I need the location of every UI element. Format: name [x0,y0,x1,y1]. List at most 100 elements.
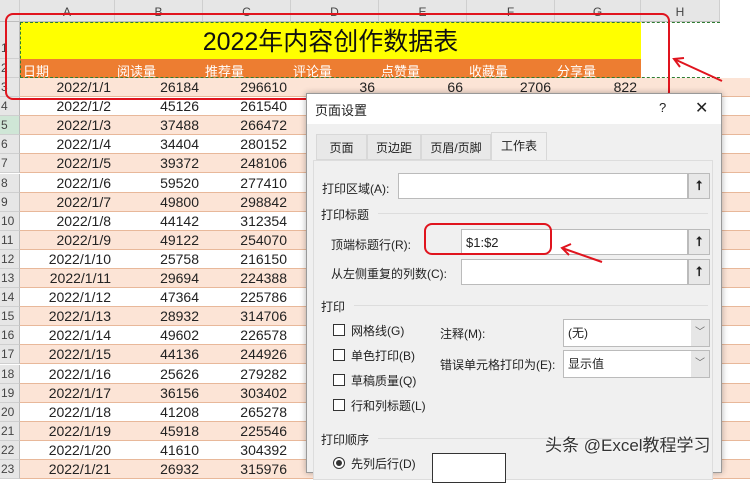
cell[interactable]: 248106 [203,154,291,172]
print-area-input[interactable] [398,173,688,199]
collapse-dialog-icon[interactable]: ⭡ [688,229,710,255]
cell[interactable]: 2022/1/19 [20,422,115,440]
cell[interactable]: 36156 [115,384,203,402]
cell[interactable]: 2022/1/3 [20,116,115,134]
cell[interactable]: 304392 [203,441,291,459]
page-setup-dialog: 页面设置 ? ✕ 页面 页边距 页眉/页脚 工作表 打印区域(A): ⭡ 打印标… [306,93,722,483]
cell[interactable]: 26932 [115,460,203,478]
cell[interactable]: 45918 [115,422,203,440]
errors-value: 显示值 [568,357,605,371]
row-header-14[interactable]: 14 [0,288,20,308]
cell[interactable]: 244926 [203,345,291,363]
cell[interactable]: 226578 [203,326,291,344]
cell[interactable]: 2022/1/6 [20,174,115,192]
tab-margins[interactable]: 页边距 [367,134,421,160]
row-header-5[interactable]: 5 [0,116,20,136]
row-header-6[interactable]: 6 [0,135,20,155]
cell[interactable]: 25626 [115,365,203,383]
row-header-21[interactable]: 21 [0,421,20,441]
collapse-dialog-icon[interactable]: ⭡ [688,173,710,199]
cell[interactable]: 254070 [203,231,291,249]
gridlines-checkbox[interactable] [333,324,345,336]
cell[interactable]: 2022/1/5 [20,154,115,172]
help-button[interactable]: ? [659,100,666,115]
row-header-12[interactable]: 12 [0,249,20,269]
cell[interactable]: 277410 [203,174,291,192]
chevron-down-icon: ﹀ [691,320,709,346]
cell[interactable]: 2022/1/7 [20,193,115,211]
cell[interactable]: 314706 [203,307,291,325]
cell[interactable]: 280152 [203,135,291,153]
cell[interactable]: 41208 [115,403,203,421]
cell[interactable]: 29694 [115,269,203,287]
cell[interactable]: 266472 [203,116,291,134]
cell[interactable]: 44136 [115,345,203,363]
cell[interactable]: 2022/1/17 [20,384,115,402]
cell[interactable]: 41610 [115,441,203,459]
close-button[interactable]: ✕ [695,98,708,118]
cell[interactable]: 225546 [203,422,291,440]
row-header-8[interactable]: 8 [0,173,20,193]
row-header-20[interactable]: 20 [0,402,20,422]
cell[interactable]: 49602 [115,326,203,344]
cell[interactable]: 2022/1/13 [20,307,115,325]
row-header-18[interactable]: 18 [0,364,20,384]
row-header-13[interactable]: 13 [0,269,20,288]
row-header-7[interactable]: 7 [0,154,20,174]
cell[interactable]: 2022/1/4 [20,135,115,153]
cell[interactable]: 2022/1/15 [20,345,115,363]
row-header-19[interactable]: 19 [0,383,20,403]
cell[interactable]: 2022/1/21 [20,460,115,478]
cell[interactable]: 49122 [115,231,203,249]
collapse-dialog-icon[interactable]: ⭡ [688,259,710,285]
cell[interactable]: 28932 [115,307,203,325]
row-header-16[interactable]: 16 [0,326,20,346]
row-header-22[interactable]: 22 [0,440,20,460]
cell[interactable]: 303402 [203,384,291,402]
cell[interactable]: 2022/1/8 [20,212,115,230]
cell[interactable]: 2022/1/9 [20,231,115,249]
row-col-headings-label: 行和列标题(L) [351,399,426,413]
annotation-box-input [424,223,552,255]
row-header-23[interactable]: 23 [0,460,20,479]
draft-quality-checkbox[interactable] [333,374,345,386]
cell[interactable]: 225786 [203,288,291,306]
tab-page[interactable]: 页面 [316,134,367,160]
cell[interactable]: 224388 [203,269,291,287]
cell[interactable]: 315976 [203,460,291,478]
cell[interactable]: 265278 [203,403,291,421]
cell[interactable]: 47364 [115,288,203,306]
chevron-down-icon: ﹀ [691,351,709,377]
row-header-10[interactable]: 10 [0,211,20,231]
cell[interactable]: 2022/1/16 [20,365,115,383]
cell[interactable]: 279282 [203,365,291,383]
cell[interactable]: 216150 [203,250,291,268]
row-header-11[interactable]: 11 [0,230,20,250]
cell[interactable]: 2022/1/11 [20,269,115,287]
cell[interactable]: 59520 [115,174,203,192]
cell[interactable]: 34404 [115,135,203,153]
cell[interactable]: 37488 [115,116,203,134]
cell[interactable]: 49800 [115,193,203,211]
annotation-box-rows [5,13,670,100]
cell[interactable]: 2022/1/14 [20,326,115,344]
row-header-15[interactable]: 15 [0,307,20,327]
errors-select[interactable]: 显示值 ﹀ [563,350,710,378]
cell[interactable]: 44142 [115,212,203,230]
cell[interactable]: 2022/1/20 [20,441,115,459]
comments-select[interactable]: (无) ﹀ [563,319,710,347]
row-col-headings-checkbox[interactable] [333,399,345,411]
cell[interactable]: 2022/1/10 [20,250,115,268]
cell[interactable]: 2022/1/18 [20,403,115,421]
tab-sheet[interactable]: 工作表 [491,132,547,160]
cell[interactable]: 2022/1/12 [20,288,115,306]
cell[interactable]: 25758 [115,250,203,268]
cell[interactable]: 312354 [203,212,291,230]
monochrome-checkbox[interactable] [333,349,345,361]
cell[interactable]: 298842 [203,193,291,211]
cell[interactable]: 39372 [115,154,203,172]
row-header-17[interactable]: 17 [0,345,20,365]
tab-header-footer[interactable]: 页眉/页脚 [421,134,491,160]
row-header-9[interactable]: 9 [0,192,20,212]
down-then-over-radio[interactable] [333,457,345,469]
